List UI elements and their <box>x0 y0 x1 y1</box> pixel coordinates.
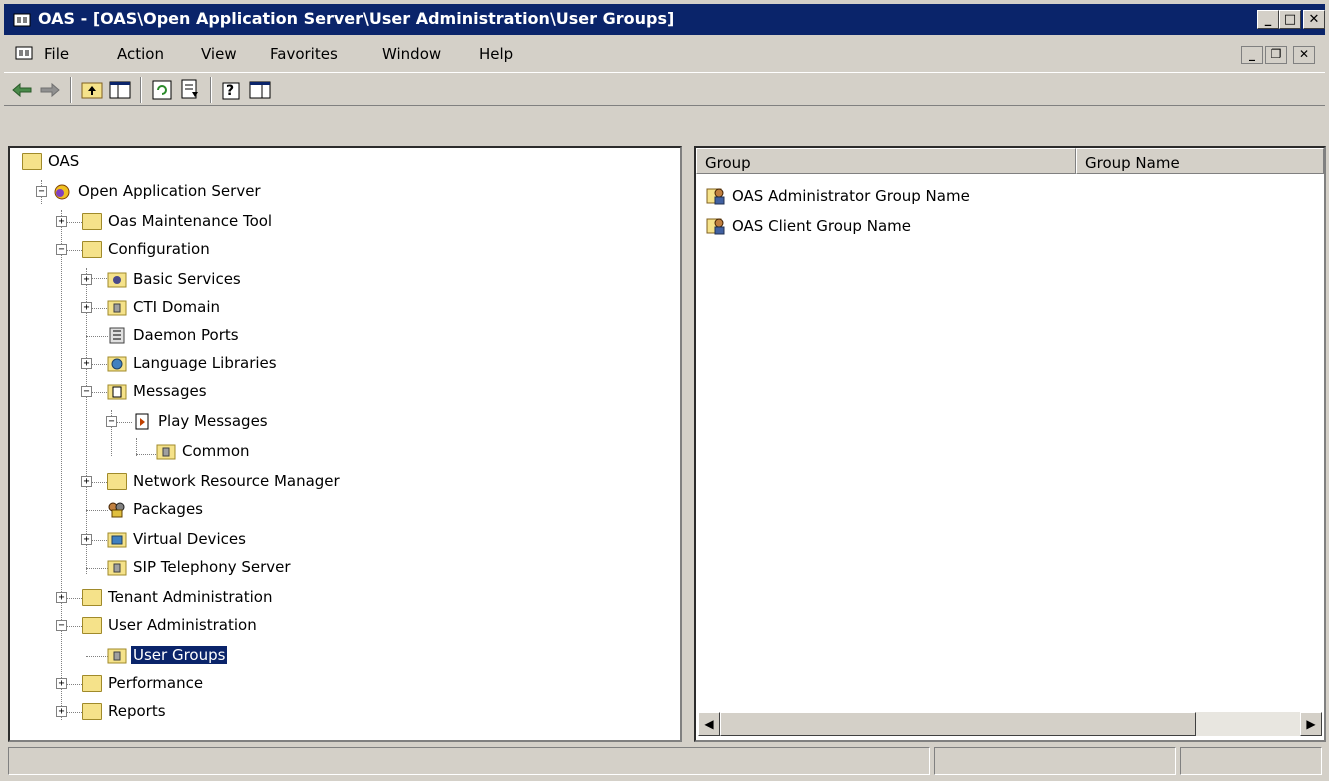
group-icon <box>706 218 725 235</box>
horizontal-scrollbar[interactable]: ◀ ▶ <box>698 712 1322 736</box>
document-icon[interactable] <box>14 43 34 63</box>
expand-toggle[interactable]: + <box>56 592 67 603</box>
globe-folder-icon <box>107 356 127 372</box>
menu-bar: File Action View Favorites Window Help _… <box>4 38 1325 70</box>
folder-icon <box>82 589 102 606</box>
folder-icon <box>82 213 102 230</box>
folder-icon <box>82 675 102 692</box>
maximize-button[interactable]: □ <box>1279 10 1301 29</box>
folder-icon <box>82 241 102 258</box>
window-title: OAS - [OAS\Open Application Server\User … <box>38 9 675 28</box>
group-icon <box>706 188 725 205</box>
menu-window[interactable]: Window <box>382 45 441 63</box>
collapse-toggle[interactable]: − <box>56 620 67 631</box>
menu-file[interactable]: File <box>44 45 69 63</box>
result-list[interactable]: Group Group Name OAS Administrator Group… <box>694 146 1326 742</box>
menu-view[interactable]: View <box>201 45 237 63</box>
collapse-toggle[interactable]: − <box>106 416 117 427</box>
play-messages-icon <box>135 413 149 430</box>
menu-help[interactable]: Help <box>479 45 513 63</box>
sip-folder-icon <box>107 560 127 576</box>
expand-toggle[interactable]: + <box>81 476 92 487</box>
devices-folder-icon <box>107 532 127 548</box>
status-panel-main <box>8 747 930 775</box>
scroll-thumb[interactable] <box>720 712 1196 736</box>
child-restore-button[interactable]: ❐ <box>1265 46 1287 64</box>
folder-icon <box>82 617 102 634</box>
status-bar <box>4 745 1325 778</box>
collapse-toggle[interactable]: − <box>36 186 47 197</box>
close-button[interactable]: ✕ <box>1303 10 1325 29</box>
svg-text:?: ? <box>226 83 234 99</box>
title-bar[interactable]: OAS - [OAS\Open Application Server\User … <box>4 4 1325 35</box>
collapse-toggle[interactable]: − <box>56 244 67 255</box>
expand-toggle[interactable]: + <box>56 216 67 227</box>
status-panel-3 <box>1180 747 1322 775</box>
child-close-button[interactable]: ✕ <box>1293 46 1315 64</box>
minimize-button[interactable]: _ <box>1257 10 1279 29</box>
user-groups-folder-icon <box>107 648 127 664</box>
folder-icon <box>82 703 102 720</box>
expand-toggle[interactable]: + <box>81 358 92 369</box>
expand-toggle[interactable]: + <box>56 678 67 689</box>
server-icon <box>54 184 70 200</box>
child-minimize-button[interactable]: _ <box>1241 46 1263 64</box>
console-tree[interactable]: OAS − Open Application Server + Oas Main… <box>8 146 682 742</box>
ports-icon <box>109 327 125 344</box>
expand-toggle[interactable]: + <box>56 706 67 717</box>
column-header-group-name[interactable]: Group Name <box>1076 148 1324 174</box>
expand-toggle[interactable]: + <box>81 534 92 545</box>
menu-action[interactable]: Action <box>117 45 164 63</box>
folder-icon <box>107 473 127 490</box>
refresh-icon[interactable] <box>150 78 174 102</box>
common-folder-icon <box>156 444 176 460</box>
expand-toggle[interactable]: + <box>81 274 92 285</box>
forward-icon[interactable] <box>38 78 62 102</box>
back-icon[interactable] <box>10 78 34 102</box>
show-hide-action-pane-icon[interactable] <box>248 78 272 102</box>
messages-folder-icon <box>107 384 127 400</box>
export-list-icon[interactable] <box>178 78 202 102</box>
column-header-group[interactable]: Group <box>696 148 1076 174</box>
packages-icon <box>108 502 125 518</box>
up-one-level-icon[interactable] <box>80 78 104 102</box>
collapse-toggle[interactable]: − <box>81 386 92 397</box>
expand-toggle[interactable]: + <box>81 302 92 313</box>
app-icon <box>13 13 31 27</box>
menu-favorites[interactable]: Favorites <box>270 45 338 63</box>
status-panel-2 <box>934 747 1176 775</box>
toolbar: ? <box>4 72 1325 106</box>
show-hide-console-tree-icon[interactable] <box>108 78 132 102</box>
help-icon[interactable]: ? <box>220 78 244 102</box>
domain-folder-icon <box>107 300 127 316</box>
folder-icon <box>22 153 42 170</box>
services-folder-icon <box>107 272 127 288</box>
scroll-left-button[interactable]: ◀ <box>698 712 720 736</box>
scroll-right-button[interactable]: ▶ <box>1300 712 1322 736</box>
